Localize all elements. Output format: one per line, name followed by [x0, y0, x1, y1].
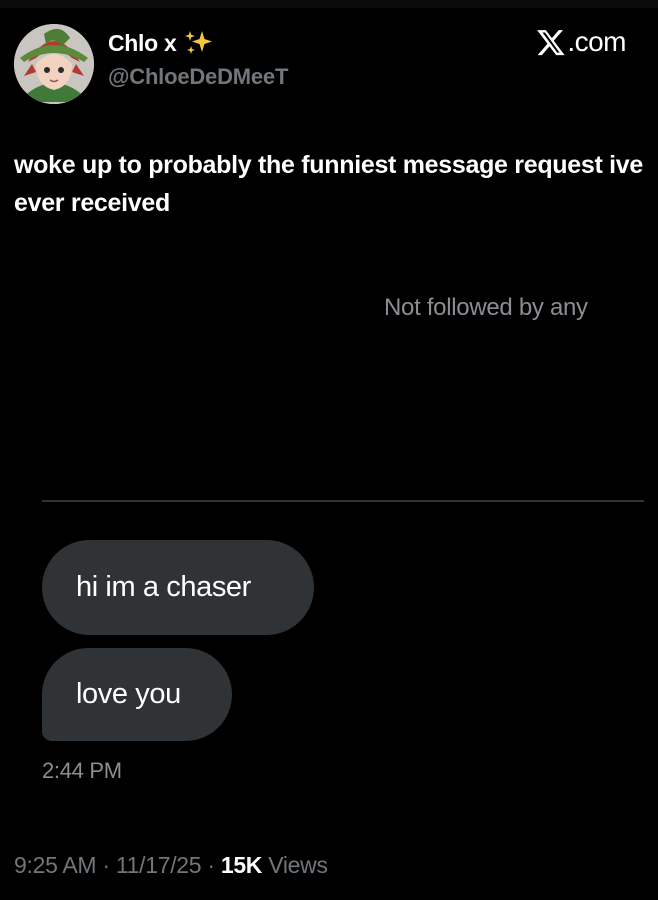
top-edge — [0, 0, 658, 8]
message-bubble[interactable]: love you — [42, 648, 232, 741]
tweet-text: woke up to probably the funniest message… — [14, 151, 643, 217]
display-name[interactable]: Chlo x — [108, 30, 177, 57]
dm-screenshot: Not followed by any hi im a chaser love … — [0, 250, 658, 810]
meta-separator: · — [102, 852, 110, 878]
tweet-screenshot: Chlo x @ChloeDeDMeeT .com woke up to pro… — [0, 0, 658, 900]
author-name-row: Chlo x — [108, 28, 216, 58]
message-text: love you — [76, 678, 181, 710]
avatar[interactable] — [14, 24, 94, 104]
views-label: Views — [268, 852, 328, 878]
meta-separator: · — [207, 852, 215, 878]
post-time[interactable]: 9:25 AM — [14, 852, 97, 878]
message-timestamp: 2:44 PM — [42, 758, 122, 783]
brand-watermark: .com — [536, 26, 626, 58]
tweet-meta: 9:25 AM · 11/17/25 · 15K Views — [14, 852, 328, 879]
views-count[interactable]: 15K — [221, 852, 263, 878]
sparkles-icon — [185, 31, 213, 54]
brand-label: .com — [567, 26, 626, 57]
post-date[interactable]: 11/17/25 — [116, 852, 202, 878]
message-text: hi im a chaser — [76, 571, 251, 603]
divider — [42, 500, 644, 502]
x-logo-icon — [537, 30, 565, 56]
not-followed-notice: Not followed by any — [384, 294, 588, 321]
avatar-image — [14, 24, 94, 104]
author-handle[interactable]: @ChloeDeDMeeT — [108, 64, 288, 90]
message-bubble[interactable]: hi im a chaser — [42, 540, 314, 635]
